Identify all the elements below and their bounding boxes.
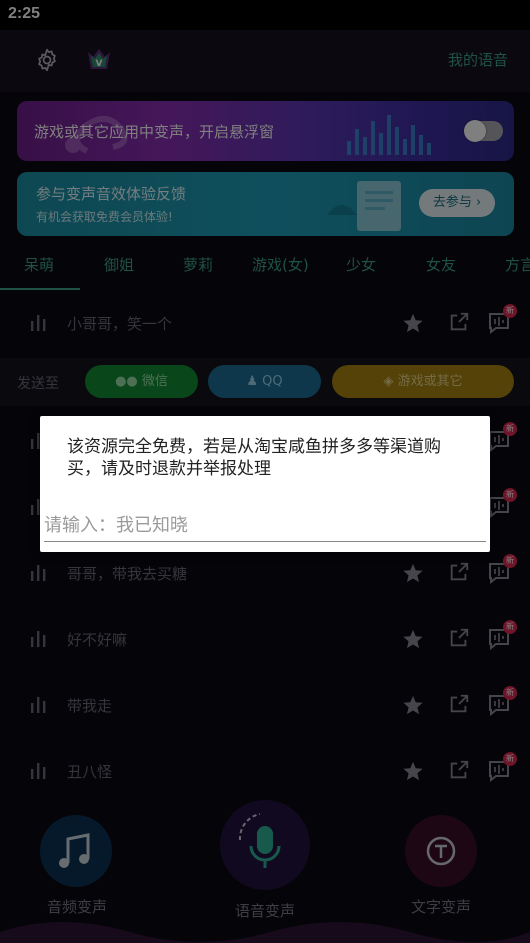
confirm-input[interactable]: [44, 510, 486, 542]
notice-dialog: 该资源完全免费，若是从淘宝咸鱼拼多多等渠道购买，请及时退款并举报处理: [40, 416, 490, 552]
dialog-message: 该资源完全免费，若是从淘宝咸鱼拼多多等渠道购买，请及时退款并举报处理: [67, 437, 441, 479]
